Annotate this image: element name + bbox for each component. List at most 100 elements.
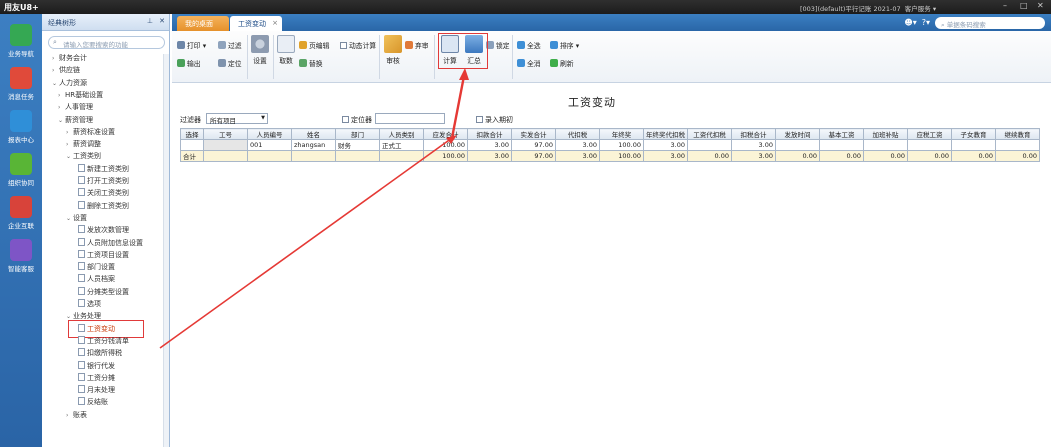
output-button[interactable]: 输出 bbox=[177, 58, 201, 68]
table-cell[interactable]: 0.00 bbox=[951, 150, 996, 162]
tree-item[interactable]: 分摊类型设置 bbox=[78, 286, 129, 298]
column-header[interactable]: 年终奖代扣税 bbox=[643, 128, 688, 140]
leftnav-item[interactable]: 智能客服 bbox=[0, 239, 42, 273]
abandon-audit-button[interactable]: 弃审 bbox=[405, 40, 429, 50]
tree-item[interactable]: 工资分摊 bbox=[78, 372, 115, 384]
tree-item[interactable]: ⌄ 设置 bbox=[66, 213, 87, 224]
tab-my-desktop[interactable]: 我的桌面 bbox=[177, 16, 229, 31]
lock-button[interactable]: 锁定 bbox=[486, 40, 510, 50]
barcode-search-input[interactable]: ⌕ 单据条码搜索 bbox=[935, 16, 1045, 29]
tree-item[interactable]: ⌄ 工资类别 bbox=[66, 151, 101, 162]
column-header[interactable]: 继续教育 bbox=[995, 128, 1040, 140]
table-cell[interactable]: 97.00 bbox=[511, 139, 556, 151]
table-cell[interactable]: 合计 bbox=[180, 150, 204, 162]
enter-period-checkbox[interactable]: 录入期初 bbox=[476, 115, 513, 125]
settings-button[interactable]: 设置 bbox=[250, 35, 270, 65]
table-cell[interactable] bbox=[203, 150, 248, 162]
tree-item[interactable]: 人员附加信息设置 bbox=[78, 237, 143, 249]
column-header[interactable]: 发放时间 bbox=[775, 128, 820, 140]
table-cell[interactable]: 001 bbox=[247, 139, 292, 151]
tree-item[interactable]: › HR基础设置 bbox=[58, 90, 103, 101]
table-cell[interactable] bbox=[203, 139, 248, 151]
column-header[interactable]: 选择 bbox=[180, 128, 204, 140]
tree-item[interactable]: › 薪资标准设置 bbox=[66, 127, 115, 138]
leftnav-item[interactable]: 企业互联 bbox=[0, 196, 42, 230]
tree-item[interactable]: ⌄ 人力资源 bbox=[52, 78, 87, 89]
tree-item[interactable]: › 财务会计 bbox=[52, 53, 87, 64]
edit-page-button[interactable]: 页编辑 bbox=[299, 40, 329, 50]
table-cell[interactable]: 3.00 bbox=[467, 139, 512, 151]
tab-salary-change[interactable]: 工资变动 × bbox=[230, 16, 282, 31]
close-icon[interactable]: ✕ bbox=[159, 17, 165, 25]
filter-select[interactable]: 所有项目 ▼ bbox=[206, 113, 268, 125]
locate-button[interactable]: 定位 bbox=[218, 58, 242, 68]
tree-item[interactable]: 人员档案 bbox=[78, 274, 115, 285]
user-icon[interactable]: ☻▾ bbox=[904, 18, 916, 27]
table-cell[interactable]: 3.00 bbox=[555, 139, 600, 151]
column-header[interactable]: 实发合计 bbox=[511, 128, 556, 140]
table-cell[interactable] bbox=[907, 139, 952, 151]
table-cell[interactable]: 正式工 bbox=[379, 139, 424, 151]
table-cell[interactable] bbox=[247, 150, 292, 162]
table-cell[interactable]: 3.00 bbox=[643, 150, 688, 162]
tree-item[interactable]: 关闭工资类别 bbox=[78, 188, 129, 199]
tree-item[interactable]: 发放次数管理 bbox=[78, 225, 129, 236]
table-cell[interactable]: 100.00 bbox=[423, 139, 468, 151]
table-cell[interactable] bbox=[687, 139, 732, 151]
tree-scrollbar[interactable] bbox=[163, 54, 169, 447]
column-header[interactable]: 代扣税 bbox=[555, 128, 600, 140]
fetch-button[interactable]: 取数 bbox=[276, 35, 296, 65]
refresh-button[interactable]: 刷新 bbox=[550, 58, 574, 68]
column-header[interactable]: 应税工资 bbox=[907, 128, 952, 140]
locator-input[interactable] bbox=[375, 113, 445, 124]
column-header[interactable]: 基本工资 bbox=[819, 128, 864, 140]
tree-item[interactable]: 工资分钱清单 bbox=[78, 335, 129, 347]
column-header[interactable]: 工资代扣税 bbox=[687, 128, 732, 140]
table-cell[interactable] bbox=[335, 150, 380, 162]
table-cell[interactable] bbox=[995, 139, 1040, 151]
table-cell[interactable] bbox=[291, 150, 336, 162]
print-button[interactable]: 打印 ▾ bbox=[177, 40, 206, 50]
tree-item[interactable]: › 账表 bbox=[66, 410, 87, 421]
tree-item[interactable]: 月末处理 bbox=[78, 385, 115, 396]
tree-item[interactable]: 打开工资类别 bbox=[78, 176, 129, 187]
audit-button[interactable]: 审核 bbox=[383, 35, 403, 65]
tree-item[interactable]: › 供应链 bbox=[52, 65, 80, 76]
table-cell[interactable]: 0.00 bbox=[775, 150, 820, 162]
minimize-button[interactable]: – bbox=[1003, 1, 1007, 10]
table-cell[interactable]: 0.00 bbox=[907, 150, 952, 162]
tree-item[interactable]: 工资项目设置 bbox=[78, 249, 129, 261]
column-header[interactable]: 应发合计 bbox=[423, 128, 468, 140]
table-cell[interactable] bbox=[951, 139, 996, 151]
column-header[interactable]: 人员类别 bbox=[379, 128, 424, 140]
table-cell[interactable]: 0.00 bbox=[863, 150, 908, 162]
table-cell[interactable]: 3.00 bbox=[731, 150, 776, 162]
leftnav-item[interactable]: 业务导航 bbox=[0, 24, 42, 58]
tree-item[interactable]: 部门设置 bbox=[78, 262, 115, 273]
table-cell[interactable]: 0.00 bbox=[687, 150, 732, 162]
tree-search-input[interactable]: ⌕ 请输入您要搜索的功能 bbox=[48, 36, 165, 49]
help-icon[interactable]: ?▾ bbox=[922, 18, 930, 27]
column-header[interactable]: 扣款合计 bbox=[467, 128, 512, 140]
table-cell[interactable]: 0.00 bbox=[819, 150, 864, 162]
column-header[interactable]: 人员编号 bbox=[247, 128, 292, 140]
column-header[interactable]: 工号 bbox=[203, 128, 248, 140]
tree-item[interactable]: 银行代发 bbox=[78, 360, 115, 372]
column-header[interactable]: 加班补贴 bbox=[863, 128, 908, 140]
select-all-button[interactable]: 全选 bbox=[517, 40, 541, 50]
tree-item[interactable]: 删除工资类别 bbox=[78, 200, 129, 212]
table-cell[interactable]: 100.00 bbox=[599, 139, 644, 151]
table-cell[interactable] bbox=[379, 150, 424, 162]
client-service-menu[interactable]: 客户服务 ▾ bbox=[905, 5, 936, 13]
table-cell[interactable]: zhangsan bbox=[291, 139, 336, 151]
tree-item[interactable]: 选项 bbox=[78, 299, 101, 310]
pin-icon[interactable]: ⊥ bbox=[147, 17, 153, 25]
table-cell[interactable]: 财务 bbox=[335, 139, 380, 151]
table-cell[interactable]: 100.00 bbox=[599, 150, 644, 162]
table-cell[interactable]: 3.00 bbox=[555, 150, 600, 162]
table-cell[interactable] bbox=[819, 139, 864, 151]
column-header[interactable]: 子女教育 bbox=[951, 128, 996, 140]
leftnav-item[interactable]: 组织协同 bbox=[0, 153, 42, 187]
column-header[interactable]: 年终奖 bbox=[599, 128, 644, 140]
close-window-button[interactable]: ✕ bbox=[1037, 1, 1044, 10]
